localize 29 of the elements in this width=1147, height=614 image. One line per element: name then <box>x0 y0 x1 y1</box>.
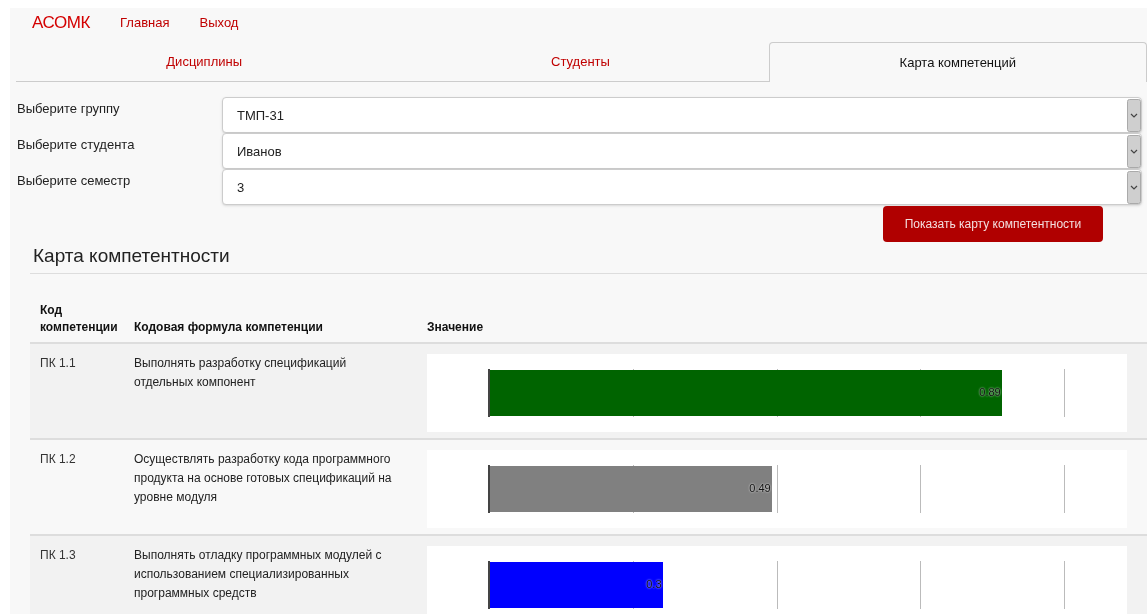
table-cell-text: ПК 1.3 <box>39 546 77 564</box>
column-header: Значение <box>427 318 484 336</box>
select-field[interactable]: 3 <box>222 169 1142 205</box>
tab[interactable]: Студенты <box>392 42 769 82</box>
table-cell-text: Выполнять отладку программных модулей с использованием специализированных программных средств <box>134 546 383 602</box>
dropdown-caret-icon <box>1127 134 1141 168</box>
column-header: Код компетенции <box>39 301 119 336</box>
table-cell-text: Осуществлять разработку кода программного продукта на основе готовых спецификаций на уровне модуля <box>134 450 393 506</box>
value-label: 0.89 <box>979 385 1001 401</box>
column-header: Кодовая формула компетенции <box>134 318 324 336</box>
field-label: Выберите семестр <box>17 172 132 190</box>
show-map-button[interactable]: Показать карту компетентности <box>883 206 1103 242</box>
value-label: 0.3 <box>646 577 662 593</box>
nav-link[interactable]: Выход <box>199 13 239 33</box>
value-label: 0.49 <box>749 481 771 497</box>
field-label: Выберите группу <box>17 100 121 118</box>
tab[interactable]: Дисциплины <box>16 42 393 82</box>
dropdown-caret-icon <box>1127 170 1141 204</box>
nav-link[interactable]: Главная <box>120 13 170 33</box>
tab[interactable]: Карта компетенций <box>768 42 1147 82</box>
select-field[interactable]: Иванов <box>222 133 1142 169</box>
table-cell-text: Выполнять разработку спецификаций отдельных компонент <box>134 354 348 391</box>
brand-logo[interactable]: АСОМК <box>32 10 91 36</box>
select-field[interactable]: ТМП-31 <box>222 97 1142 133</box>
table-cell-text: ПК 1.2 <box>39 450 77 468</box>
table-cell-text: ПК 1.1 <box>39 354 77 372</box>
section-title: Карта компетентности <box>33 244 231 268</box>
dropdown-caret-icon <box>1127 98 1141 132</box>
field-label: Выберите студента <box>17 136 136 154</box>
